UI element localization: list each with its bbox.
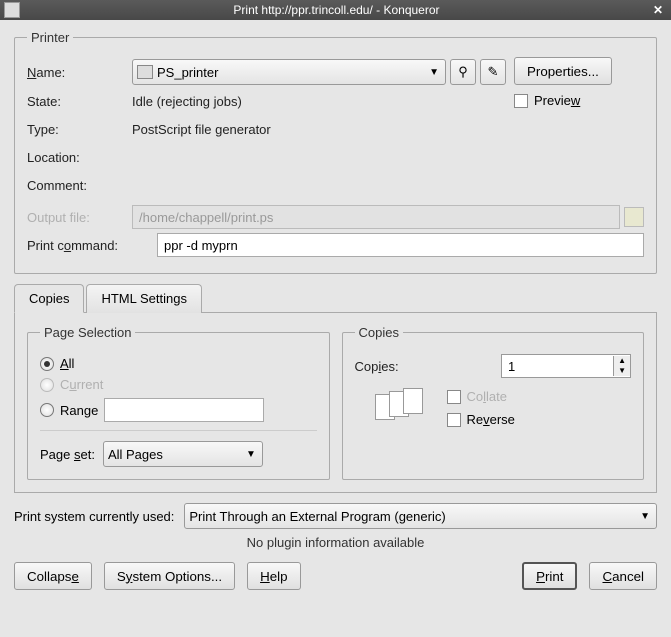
- chevron-up-icon: ▲: [614, 356, 630, 366]
- tab-panel-copies: Page Selection All Current Range Page se…: [14, 312, 657, 493]
- copies-spinbox[interactable]: 1 ▲▼: [501, 354, 631, 378]
- print-system-label: Print system currently used:: [14, 509, 174, 524]
- page-set-label: Page set:: [40, 447, 95, 462]
- checkbox-icon: [514, 94, 528, 108]
- print-command-field[interactable]: [157, 233, 644, 257]
- properties-button[interactable]: Properties...: [514, 57, 612, 85]
- copies-group: Copies Copies: 1 ▲▼ Collate: [342, 325, 645, 480]
- radio-all-label: All: [60, 356, 74, 371]
- printer-legend: Printer: [27, 30, 73, 45]
- printer-group: Printer Name: PS_printer ▼ ⚲ ✎ State: Id…: [14, 30, 657, 274]
- tab-html-settings[interactable]: HTML Settings: [86, 284, 202, 313]
- preview-checkbox[interactable]: Preview: [514, 93, 580, 108]
- chevron-down-icon: ▼: [244, 449, 258, 460]
- printer-icon: [137, 65, 153, 79]
- range-field[interactable]: [104, 398, 264, 422]
- close-icon[interactable]: ✕: [649, 3, 667, 17]
- browse-icon: [624, 207, 644, 227]
- help-button[interactable]: Help: [247, 562, 300, 590]
- tab-bar: Copies HTML Settings: [14, 284, 657, 313]
- copies-count-label: Copies:: [355, 359, 425, 374]
- type-label: Type:: [27, 122, 132, 137]
- copies-value: 1: [502, 359, 613, 374]
- comment-label: Comment:: [27, 178, 132, 193]
- output-file-field: [132, 205, 620, 229]
- radio-all[interactable]: All: [40, 356, 317, 371]
- chevron-down-icon: ▼: [638, 511, 652, 522]
- collapse-button[interactable]: Collapse: [14, 562, 92, 590]
- radio-icon: [40, 357, 54, 371]
- reverse-checkbox[interactable]: Reverse: [447, 412, 515, 427]
- window-title: Print http://ppr.trincoll.edu/ - Konquer…: [24, 3, 649, 17]
- print-button[interactable]: Print: [522, 562, 577, 590]
- collate-label: Collate: [467, 389, 507, 404]
- funnel-icon: ⚲: [458, 64, 468, 80]
- page-selection-group: Page Selection All Current Range Page se…: [27, 325, 330, 480]
- page-set-combo[interactable]: All Pages ▼: [103, 441, 263, 467]
- radio-range[interactable]: Range: [40, 398, 317, 422]
- preview-label: Preview: [534, 93, 580, 108]
- page-selection-legend: Page Selection: [40, 325, 135, 340]
- filter-button[interactable]: ⚲: [450, 59, 476, 85]
- radio-current-label: Current: [60, 377, 103, 392]
- dialog-body: Printer Name: PS_printer ▼ ⚲ ✎ State: Id…: [0, 20, 671, 637]
- name-label: Name:: [27, 65, 132, 80]
- wizard-button[interactable]: ✎: [480, 59, 506, 85]
- type-value: PostScript file generator: [132, 122, 271, 137]
- tab-copies[interactable]: Copies: [14, 284, 84, 313]
- radio-range-label: Range: [60, 403, 98, 418]
- system-options-button[interactable]: System Options...: [104, 562, 235, 590]
- output-file-label: Output file:: [27, 210, 132, 225]
- footer-bar: Collapse System Options... Help Print Ca…: [14, 562, 657, 590]
- state-label: State:: [27, 94, 132, 109]
- chevron-down-icon: ▼: [614, 366, 630, 376]
- reverse-label: Reverse: [467, 412, 515, 427]
- no-plugin-text: No plugin information available: [14, 535, 657, 550]
- collate-preview-icon: [375, 388, 435, 428]
- print-command-label: Print command:: [27, 238, 157, 253]
- chevron-down-icon: ▼: [427, 67, 441, 78]
- checkbox-icon: [447, 390, 461, 404]
- window-icon: [4, 2, 20, 18]
- checkbox-icon: [447, 413, 461, 427]
- collate-checkbox: Collate: [447, 389, 515, 404]
- title-bar: Print http://ppr.trincoll.edu/ - Konquer…: [0, 0, 671, 20]
- wand-icon: ✎: [488, 64, 499, 80]
- printer-name-combo[interactable]: PS_printer ▼: [132, 59, 446, 85]
- state-value: Idle (rejecting jobs): [132, 94, 242, 109]
- copies-legend: Copies: [355, 325, 403, 340]
- radio-current: Current: [40, 377, 317, 392]
- radio-icon: [40, 378, 54, 392]
- radio-icon: [40, 403, 54, 417]
- page-set-value: All Pages: [108, 447, 244, 462]
- printer-name-value: PS_printer: [157, 65, 427, 80]
- print-system-value: Print Through an External Program (gener…: [189, 509, 638, 524]
- print-system-combo[interactable]: Print Through an External Program (gener…: [184, 503, 657, 529]
- cancel-button[interactable]: Cancel: [589, 562, 657, 590]
- location-label: Location:: [27, 150, 132, 165]
- spin-arrows[interactable]: ▲▼: [613, 356, 630, 376]
